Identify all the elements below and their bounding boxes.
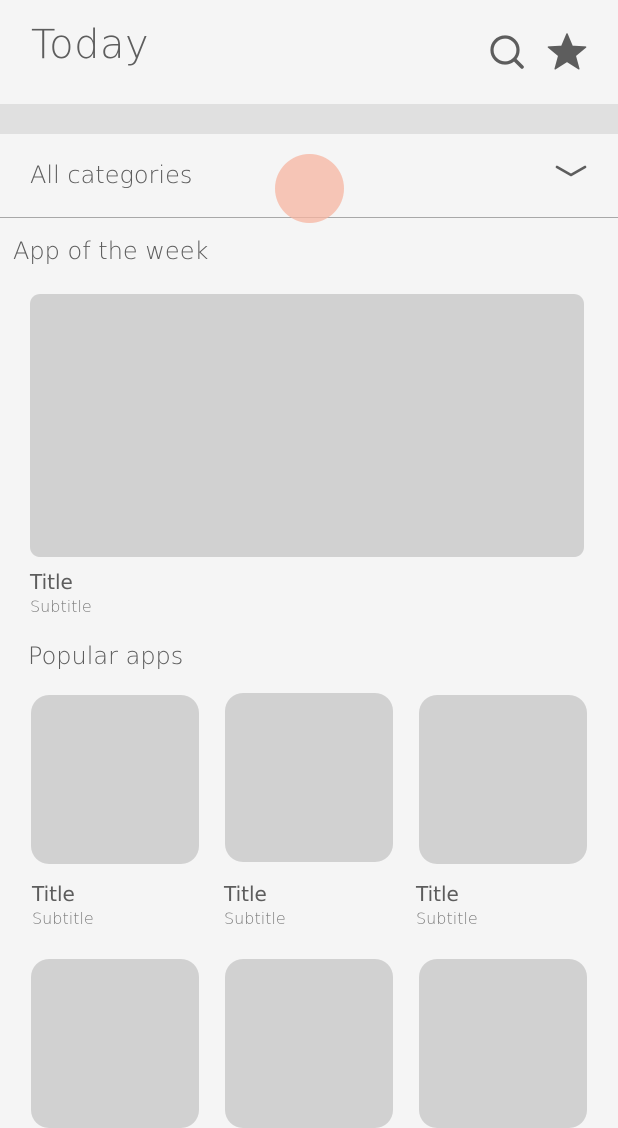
popular-app-title: Title (416, 882, 459, 906)
popular-app-title: Title (32, 882, 75, 906)
popular-app-title: Title (224, 882, 267, 906)
popular-app-tile[interactable] (225, 959, 393, 1128)
popular-app-tile[interactable] (225, 693, 393, 862)
popular-app-subtitle: Subtitle (416, 909, 478, 928)
popular-app-tile[interactable] (31, 695, 199, 864)
popular-app-tile[interactable] (419, 695, 587, 864)
page-title: Today (31, 22, 150, 68)
popular-app-tile[interactable] (419, 959, 587, 1128)
popular-apps-heading: Popular apps (28, 642, 184, 670)
popular-app-subtitle: Subtitle (224, 909, 286, 928)
popular-app-tile[interactable] (31, 959, 199, 1128)
app-header: Today (0, 0, 618, 104)
star-icon[interactable] (547, 33, 587, 71)
touch-indicator (275, 154, 344, 223)
app-of-the-week-heading: App of the week (13, 237, 209, 265)
app-of-the-week-card[interactable] (30, 294, 584, 557)
app-of-the-week-subtitle: Subtitle (30, 597, 92, 616)
header-divider (0, 104, 618, 134)
app-of-the-week-title: Title (30, 570, 73, 594)
popular-app-subtitle: Subtitle (32, 909, 94, 928)
category-selected-label: All categories (30, 161, 193, 189)
search-icon[interactable] (488, 33, 526, 71)
chevron-down-icon[interactable] (554, 162, 588, 182)
